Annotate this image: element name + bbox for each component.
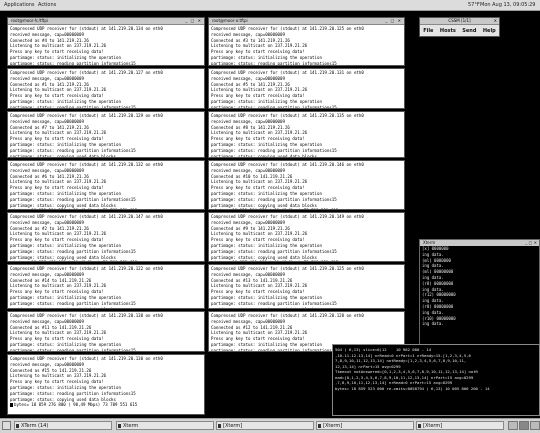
- terminal-line: partimage: status: copying used data blo…: [10, 307, 202, 308]
- terminal-icon: [318, 424, 321, 428]
- terminal-icon: [218, 424, 221, 428]
- menu-help[interactable]: Help: [483, 28, 496, 34]
- terminal-window[interactable]: Compressed UDP receiver for (stdout) at …: [208, 160, 405, 210]
- xterm-wide-window[interactable]: 504 ( 6,13) slice=0)12 10 962 080 - 14,1…: [332, 344, 540, 416]
- cursor-icon: [211, 261, 214, 262]
- terminal-window[interactable]: Compressed UDP receiver for (stdout) at …: [7, 264, 205, 309]
- terminal-line: bytes= 18 857 489 088 ( 90,49 Mbps) 73 7…: [10, 260, 202, 262]
- terminal-line: bytes= 18 859 276 800 ( 90,49 Mbps) 73 7…: [10, 402, 202, 408]
- terminal-line: partimage: status: reading partition inf…: [10, 104, 136, 109]
- top-panel: Applications Actions 57°F Mon Aug 13, 09…: [0, 0, 540, 11]
- applications-menu[interactable]: Applications: [4, 2, 35, 8]
- terminal-window[interactable]: Compressed UDP receiver for (stdout) at …: [208, 111, 405, 158]
- terminal-window[interactable]: Compressed UDP receiver for (stdout) at …: [7, 68, 205, 109]
- terminal-window[interactable]: Compressed UDP receiver for (stdout) at …: [208, 212, 405, 262]
- terminal-titlebar[interactable]: root@moor-h:/tftpi _ □ ✕: [8, 18, 204, 25]
- workspace-1[interactable]: [508, 421, 518, 430]
- terminal-window[interactable]: Compressed UDP receiver for (stdout) at …: [7, 111, 205, 158]
- taskbar-button[interactable]: [Xterm]: [216, 421, 314, 430]
- cssm-window[interactable]: CSSM [1/1] ✕ File Hosts Send Help: [419, 17, 500, 37]
- taskbar-button[interactable]: [Xterm]: [416, 421, 504, 430]
- terminal-line: bytes= 18 859 504 576 ( 90,49 Mbps) 73 7…: [10, 208, 202, 210]
- terminal-line: bytes= 18 857 489 088 ( 90,49 Mbps) 73 7…: [211, 260, 402, 262]
- workspace-2[interactable]: [519, 421, 529, 430]
- cursor-icon: [211, 209, 214, 210]
- terminal-line: partimage: status: reading partition inf…: [211, 60, 337, 66]
- terminal-window[interactable]: Compressed UDP receiver for (stdout) at …: [208, 68, 405, 109]
- progress-line: bytes= 18 857 489 088 ( 90,49 Mbps) 73 7…: [215, 260, 338, 261]
- terminal-title: root@moor-o:tftpi: [212, 18, 248, 23]
- terminal-window[interactable]: Compressed UDP receiver for (stdout) at …: [7, 212, 205, 262]
- terminal-titlebar[interactable]: root@moor-o:tftpi _ □ ✕: [209, 18, 404, 25]
- progress-line: bytes= 18 859 276 800 ( 90,49 Mbps) 73 7…: [14, 402, 138, 408]
- progress-line: bytes= 18 857 489 088 ( 90,49 Mbps) 73 7…: [14, 260, 137, 261]
- xterm-line: bytes= 18 859 523 000 re-xmits=0058794 (…: [335, 385, 490, 391]
- actions-menu[interactable]: Actions: [38, 2, 56, 8]
- xterm-titlebar[interactable]: Xterm _ □ ✕: [420, 240, 539, 246]
- terminal-line: partimage: status: reading partition inf…: [211, 104, 337, 109]
- terminal-window[interactable]: Compressed UDP receiver for (stdout) at …: [7, 160, 205, 210]
- terminal-window[interactable]: Compressed UDP receiver for (stdout) at …: [7, 311, 205, 352]
- terminal-icon: [118, 424, 121, 428]
- cursor-icon: [10, 261, 13, 262]
- terminal-line: partimage: status: copying used data blo…: [211, 307, 402, 308]
- window-buttons-icon[interactable]: _ □ ✕: [385, 18, 402, 24]
- taskbar-label: Xterm: [123, 423, 139, 429]
- cursor-icon: [10, 209, 13, 210]
- cssm-title: CSSM [1/1]: [448, 18, 471, 23]
- menu-hosts[interactable]: Hosts: [440, 28, 456, 34]
- progress-line: bytes= 18 859 504 576 ( 90,49 Mbps) 73 7…: [14, 208, 137, 209]
- cssm-titlebar[interactable]: CSSM [1/1] ✕: [420, 18, 499, 25]
- terminal-line: partimage: status: copying used data blo…: [211, 153, 317, 158]
- xterm-title: Xterm: [423, 240, 436, 245]
- show-desktop-icon[interactable]: [2, 421, 11, 430]
- clock[interactable]: Mon Aug 13, 09:05:29: [480, 2, 535, 8]
- terminal-window[interactable]: Compressed UDP receiver for (stdout) at …: [7, 354, 205, 415]
- terminal-icon: [16, 424, 19, 428]
- taskbar-label: [Xterm]: [423, 423, 443, 429]
- terminal-line: partimage: status: reading partition inf…: [10, 347, 136, 352]
- terminal-window[interactable]: root@moor-h:/tftpi _ □ ✕ Compressed UDP re…: [7, 17, 205, 66]
- taskbar-button[interactable]: XTerm (14): [14, 421, 112, 430]
- taskbar-button[interactable]: Xterm: [116, 421, 214, 430]
- xterm-line: ing data.: [422, 321, 444, 327]
- weather-temp[interactable]: 57°F: [468, 2, 480, 8]
- menu-file[interactable]: File: [423, 28, 433, 34]
- terminal-line: bytes= 18 859 504 576 ( 90,49 Mbps) 73 7…: [211, 208, 402, 210]
- terminal-window[interactable]: Compressed UDP receiver for (stdout) at …: [208, 264, 405, 309]
- taskbar: XTerm (14) Xterm [Xterm] [Xterm] [Xterm]: [0, 418, 540, 433]
- terminal-line: partimage: status: reading partition inf…: [10, 60, 136, 66]
- taskbar-label: XTerm (14): [21, 423, 49, 429]
- taskbar-label: [Xterm]: [323, 423, 343, 429]
- terminal-line: partimage: status: copying used data blo…: [10, 153, 116, 158]
- taskbar-label: [Xterm]: [223, 423, 243, 429]
- close-icon[interactable]: ✕: [494, 18, 497, 24]
- terminal-window[interactable]: root@moor-o:tftpi _ □ ✕ Compressed UDP rec…: [208, 17, 405, 66]
- cursor-icon: [10, 403, 13, 408]
- menu-send[interactable]: Send: [462, 28, 476, 34]
- terminal-title: root@moor-h:/tftpi: [11, 18, 48, 23]
- progress-line: bytes= 18 859 504 576 ( 90,49 Mbps) 73 7…: [215, 208, 338, 209]
- taskbar-button[interactable]: [Xterm]: [316, 421, 414, 430]
- workspace-3[interactable]: [530, 421, 540, 430]
- terminal-icon: [418, 424, 421, 428]
- window-buttons-icon[interactable]: _ □ ✕: [525, 240, 537, 246]
- window-buttons-icon[interactable]: _ □ ✕: [185, 18, 202, 24]
